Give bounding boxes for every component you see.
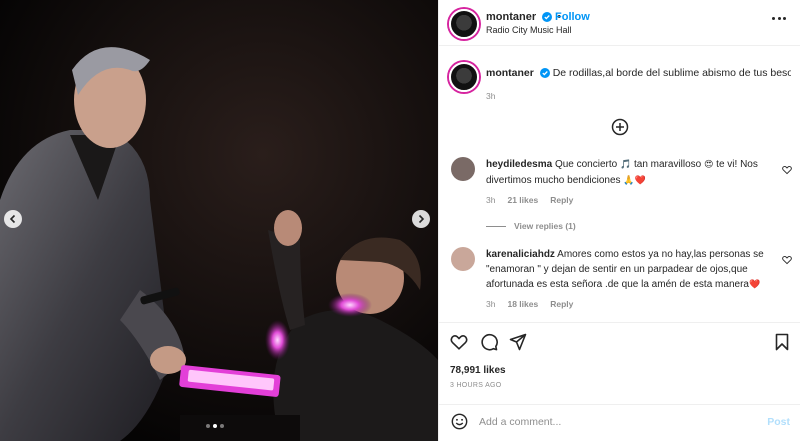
post-header: montaner • Follow Radio City Music Hall (439, 0, 800, 46)
pray-heart-emoji: 🙏❤️ (623, 176, 646, 186)
carousel-dot (220, 424, 224, 428)
caption-text: De rodillas,al borde del sublime abismo … (552, 67, 791, 79)
header-username[interactable]: montaner • (486, 11, 563, 23)
caption-time: 3h (486, 91, 496, 101)
divider (486, 225, 506, 227)
comment-likes[interactable]: 21 likes (507, 195, 538, 205)
comment-time: 3h (486, 195, 496, 205)
caption-line: montaner De rodillas,al borde del sublim… (486, 67, 791, 79)
comment-meta: 3h 18 likes Reply (486, 299, 573, 309)
heart-eyes-emoji: 😍 (704, 160, 714, 170)
verified-badge-icon (542, 12, 553, 22)
concert-photo-image (0, 0, 438, 441)
comment-text: karenaliciahdz Amores como estos ya no h… (486, 247, 776, 293)
comment-time: 3h (486, 299, 496, 309)
carousel-dot (206, 424, 210, 428)
comment-bubble-icon[interactable] (480, 333, 498, 351)
avatar[interactable] (449, 9, 479, 39)
comment-body: Que concierto (554, 159, 620, 170)
avatar[interactable] (451, 157, 475, 181)
carousel-prev-button[interactable] (4, 210, 22, 228)
avatar[interactable] (451, 247, 475, 271)
heart-icon[interactable] (782, 165, 792, 175)
caption-username[interactable]: montaner (486, 67, 534, 79)
post-photo[interactable] (0, 0, 438, 441)
smiley-icon[interactable] (451, 413, 468, 430)
reply-button[interactable]: Reply (550, 299, 573, 309)
comment-username[interactable]: heydiledesma (486, 159, 552, 170)
comment-body: tan maravilloso (631, 159, 705, 170)
follow-button[interactable]: Follow (555, 11, 590, 23)
more-options-icon[interactable] (772, 17, 786, 21)
post-side-panel: montaner • Follow Radio City Music Hall … (438, 0, 800, 441)
verified-badge-icon (539, 68, 550, 78)
post-comment-button[interactable]: Post (767, 416, 790, 428)
view-replies-button[interactable]: View replies (1) (486, 221, 576, 231)
red-heart-emoji: ❤️ (748, 280, 761, 290)
chevron-left-icon (9, 214, 16, 224)
comment-username[interactable]: karenaliciahdz (486, 249, 555, 260)
post-timestamp: 3 HOURS AGO (450, 382, 502, 389)
view-replies-label[interactable]: View replies (1) (514, 221, 576, 231)
comment-input[interactable] (479, 410, 759, 434)
bookmark-icon[interactable] (773, 333, 791, 351)
avatar[interactable] (449, 62, 479, 92)
username-text[interactable]: montaner (486, 11, 536, 23)
heart-icon[interactable] (782, 255, 792, 265)
comment-composer: Post (439, 404, 800, 441)
comment-likes[interactable]: 18 likes (507, 299, 538, 309)
comment-text: heydiledesma Que concierto 🎵 tan maravil… (486, 157, 776, 189)
comment-meta: 3h 21 likes Reply (486, 195, 573, 205)
plus-circle-icon[interactable] (611, 118, 629, 136)
reply-button[interactable]: Reply (550, 195, 573, 205)
carousel-indicator (206, 424, 224, 428)
chevron-right-icon (418, 214, 425, 224)
carousel-next-button[interactable] (412, 210, 430, 228)
heart-icon[interactable] (450, 333, 468, 351)
location-link[interactable]: Radio City Music Hall (486, 25, 572, 35)
carousel-dot-active (213, 424, 217, 428)
music-note-emoji: 🎵 (619, 160, 632, 170)
post-actions: 78,991 likes 3 HOURS AGO (439, 322, 800, 414)
likes-count[interactable]: 78,991 likes (450, 365, 506, 376)
paper-plane-icon[interactable] (509, 333, 527, 351)
